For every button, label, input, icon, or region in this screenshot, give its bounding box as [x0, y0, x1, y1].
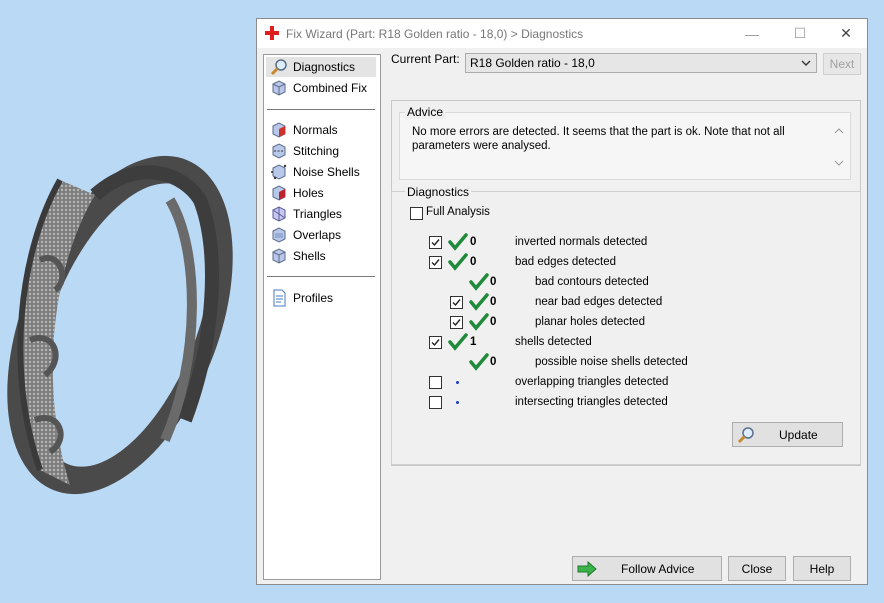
- intersecting-triangles-checkbox[interactable]: [429, 396, 442, 409]
- ring-3d-model[interactable]: [0, 140, 240, 520]
- scroll-down-icon[interactable]: [834, 159, 844, 167]
- sidebar-item-holes[interactable]: Holes: [266, 183, 376, 203]
- current-part-select[interactable]: R18 Golden ratio - 18,0: [465, 53, 817, 73]
- help-button[interactable]: Help: [793, 556, 851, 581]
- next-button[interactable]: Next: [823, 53, 861, 75]
- green-check-icon: [469, 313, 489, 331]
- advice-title: Advice: [405, 105, 446, 119]
- intersecting-triangles-text: intersecting triangles detected: [515, 396, 668, 408]
- shells-cube-icon: [272, 248, 286, 264]
- bad-contours-count: 0: [490, 276, 497, 288]
- sidebar-separator: [267, 109, 375, 110]
- sidebar-separator: [267, 276, 375, 277]
- near-bad-edges-checkbox[interactable]: [450, 296, 463, 309]
- sidebar-item-normals[interactable]: Normals: [266, 120, 376, 140]
- bad-contours-text: bad contours detected: [535, 276, 649, 288]
- sidebar-item-diagnostics[interactable]: Diagnostics: [266, 57, 376, 77]
- close-window-button[interactable]: ✕: [823, 19, 869, 48]
- red-cross-icon: [265, 26, 279, 40]
- fix-wizard-window: Fix Wizard (Part: R18 Golden ratio - 18,…: [256, 18, 868, 585]
- close-button[interactable]: Close: [728, 556, 786, 581]
- noise-shells-text: possible noise shells detected: [535, 356, 688, 368]
- chevron-down-icon: [801, 60, 811, 66]
- document-icon: [273, 289, 286, 307]
- green-check-icon: [469, 293, 489, 311]
- overlaps-cube-icon: [272, 227, 286, 243]
- near-bad-edges-text: near bad edges detected: [535, 296, 663, 308]
- triangles-cube-icon: [272, 206, 286, 222]
- near-bad-edges-count: 0: [490, 296, 497, 308]
- noise-shells-count: 0: [490, 356, 497, 368]
- minimize-button[interactable]: —: [729, 19, 775, 48]
- planar-holes-count: 0: [490, 316, 497, 328]
- update-label: Update: [779, 427, 818, 442]
- bad-edges-text: bad edges detected: [515, 256, 617, 268]
- overlapping-triangles-checkbox[interactable]: [429, 376, 442, 389]
- magnifier-icon: [270, 59, 287, 76]
- holes-cube-icon: [272, 185, 286, 201]
- sidebar-item-profiles[interactable]: Profiles: [266, 288, 376, 308]
- green-check-icon: [469, 353, 489, 371]
- green-check-icon: [448, 333, 468, 351]
- inverted-normals-text: inverted normals detected: [515, 236, 648, 248]
- full-analysis-checkbox[interactable]: [410, 207, 423, 220]
- pending-dot-icon: [456, 401, 459, 404]
- maximize-button[interactable]: ☐: [777, 19, 823, 48]
- magnifier-icon: [737, 426, 754, 443]
- shells-text: shells detected: [515, 336, 592, 348]
- scroll-up-icon[interactable]: [834, 127, 844, 135]
- follow-advice-button[interactable]: Follow Advice: [572, 556, 722, 581]
- full-analysis-label: Full Analysis: [426, 206, 490, 218]
- follow-advice-label: Follow Advice: [621, 561, 695, 576]
- sidebar-item-stitching[interactable]: Stitching: [266, 141, 376, 161]
- update-button[interactable]: Update: [732, 422, 843, 447]
- planar-holes-checkbox[interactable]: [450, 316, 463, 329]
- planar-holes-text: planar holes detected: [535, 316, 645, 328]
- inverted-normals-count: 0: [470, 236, 477, 248]
- sidebar-item-shells[interactable]: Shells: [266, 246, 376, 266]
- green-check-icon: [448, 253, 468, 271]
- bad-edges-checkbox[interactable]: [429, 256, 442, 269]
- shells-checkbox[interactable]: [429, 336, 442, 349]
- bad-edges-count: 0: [470, 256, 477, 268]
- sidebar-item-combined-fix[interactable]: Combined Fix: [266, 78, 376, 98]
- sidebar-item-triangles[interactable]: Triangles: [266, 204, 376, 224]
- cube-icon: [272, 80, 286, 96]
- green-check-icon: [469, 273, 489, 291]
- shells-count: 1: [470, 336, 477, 348]
- green-check-icon: [448, 233, 468, 251]
- green-arrow-right-icon: [577, 560, 597, 577]
- window-title: Fix Wizard (Part: R18 Golden ratio - 18,…: [286, 27, 584, 41]
- overlapping-triangles-text: overlapping triangles detected: [515, 376, 669, 388]
- advice-textbox: No more errors are detected. It seems th…: [399, 112, 851, 180]
- wizard-sidebar: Diagnostics Combined Fix Normals Stitchi…: [263, 54, 381, 580]
- diagnostics-title: Diagnostics: [405, 185, 472, 199]
- current-part-label: Current Part:: [391, 52, 460, 66]
- sidebar-item-overlaps[interactable]: Overlaps: [266, 225, 376, 245]
- current-part-value: R18 Golden ratio - 18,0: [470, 56, 595, 70]
- sidebar-item-noise-shells[interactable]: Noise Shells: [266, 162, 376, 182]
- noise-shells-cube-icon: [271, 164, 287, 180]
- title-bar: Fix Wizard (Part: R18 Golden ratio - 18,…: [257, 19, 867, 48]
- normals-cube-icon: [272, 122, 286, 138]
- stitching-cube-icon: [272, 143, 286, 159]
- advice-text: No more errors are detected. It seems th…: [412, 126, 785, 152]
- inverted-normals-checkbox[interactable]: [429, 236, 442, 249]
- pending-dot-icon: [456, 381, 459, 384]
